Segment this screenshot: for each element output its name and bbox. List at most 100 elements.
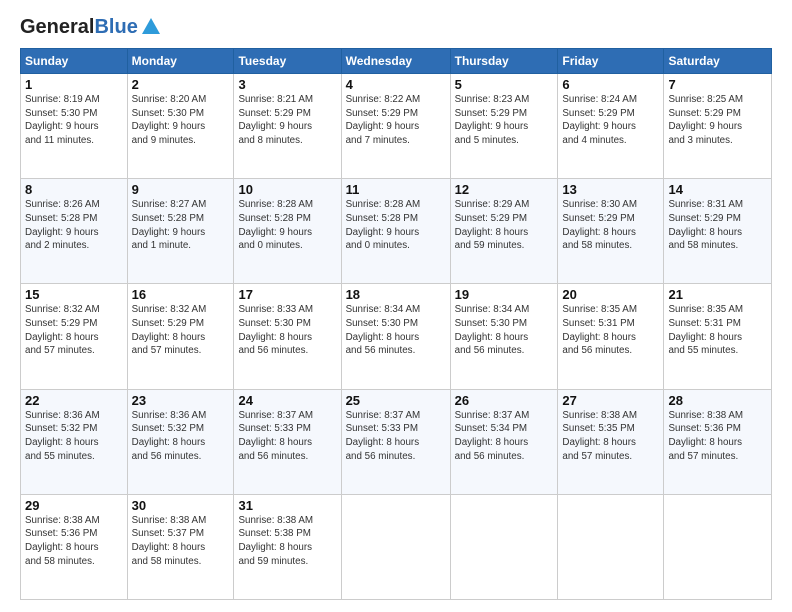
calendar-cell [558, 494, 664, 599]
calendar-cell: 18Sunrise: 8:34 AM Sunset: 5:30 PM Dayli… [341, 284, 450, 389]
calendar-cell: 14Sunrise: 8:31 AM Sunset: 5:29 PM Dayli… [664, 179, 772, 284]
day-number: 12 [455, 182, 554, 197]
calendar-cell: 10Sunrise: 8:28 AM Sunset: 5:28 PM Dayli… [234, 179, 341, 284]
calendar-body: 1Sunrise: 8:19 AM Sunset: 5:30 PM Daylig… [21, 74, 772, 600]
calendar-cell: 9Sunrise: 8:27 AM Sunset: 5:28 PM Daylig… [127, 179, 234, 284]
day-number: 17 [238, 287, 336, 302]
day-number: 11 [346, 182, 446, 197]
calendar-cell: 8Sunrise: 8:26 AM Sunset: 5:28 PM Daylig… [21, 179, 128, 284]
day-number: 7 [668, 77, 767, 92]
day-number: 6 [562, 77, 659, 92]
calendar-cell: 2Sunrise: 8:20 AM Sunset: 5:30 PM Daylig… [127, 74, 234, 179]
logo-blue: Blue [94, 16, 137, 38]
day-info: Sunrise: 8:29 AM Sunset: 5:29 PM Dayligh… [455, 198, 554, 253]
day-info: Sunrise: 8:38 AM Sunset: 5:37 PM Dayligh… [132, 514, 230, 569]
calendar-cell: 28Sunrise: 8:38 AM Sunset: 5:36 PM Dayli… [664, 389, 772, 494]
calendar-week: 29Sunrise: 8:38 AM Sunset: 5:36 PM Dayli… [21, 494, 772, 599]
page: GeneralBlue SundayMondayTuesdayWednesday… [0, 0, 792, 612]
weekday-header: Friday [558, 49, 664, 74]
day-number: 26 [455, 393, 554, 408]
calendar-cell: 25Sunrise: 8:37 AM Sunset: 5:33 PM Dayli… [341, 389, 450, 494]
calendar-cell: 24Sunrise: 8:37 AM Sunset: 5:33 PM Dayli… [234, 389, 341, 494]
day-info: Sunrise: 8:21 AM Sunset: 5:29 PM Dayligh… [238, 93, 336, 148]
calendar-cell: 13Sunrise: 8:30 AM Sunset: 5:29 PM Dayli… [558, 179, 664, 284]
day-info: Sunrise: 8:34 AM Sunset: 5:30 PM Dayligh… [455, 303, 554, 358]
calendar-week: 1Sunrise: 8:19 AM Sunset: 5:30 PM Daylig… [21, 74, 772, 179]
day-info: Sunrise: 8:25 AM Sunset: 5:29 PM Dayligh… [668, 93, 767, 148]
weekday-header: Wednesday [341, 49, 450, 74]
calendar-week: 15Sunrise: 8:32 AM Sunset: 5:29 PM Dayli… [21, 284, 772, 389]
calendar: SundayMondayTuesdayWednesdayThursdayFrid… [20, 48, 772, 600]
calendar-cell: 7Sunrise: 8:25 AM Sunset: 5:29 PM Daylig… [664, 74, 772, 179]
day-info: Sunrise: 8:28 AM Sunset: 5:28 PM Dayligh… [346, 198, 446, 253]
calendar-cell: 3Sunrise: 8:21 AM Sunset: 5:29 PM Daylig… [234, 74, 341, 179]
calendar-cell: 21Sunrise: 8:35 AM Sunset: 5:31 PM Dayli… [664, 284, 772, 389]
day-number: 9 [132, 182, 230, 197]
day-info: Sunrise: 8:37 AM Sunset: 5:33 PM Dayligh… [238, 409, 336, 464]
day-info: Sunrise: 8:35 AM Sunset: 5:31 PM Dayligh… [668, 303, 767, 358]
day-info: Sunrise: 8:32 AM Sunset: 5:29 PM Dayligh… [25, 303, 123, 358]
calendar-cell: 19Sunrise: 8:34 AM Sunset: 5:30 PM Dayli… [450, 284, 558, 389]
calendar-week: 8Sunrise: 8:26 AM Sunset: 5:28 PM Daylig… [21, 179, 772, 284]
day-number: 28 [668, 393, 767, 408]
calendar-cell: 6Sunrise: 8:24 AM Sunset: 5:29 PM Daylig… [558, 74, 664, 179]
calendar-cell: 4Sunrise: 8:22 AM Sunset: 5:29 PM Daylig… [341, 74, 450, 179]
day-number: 20 [562, 287, 659, 302]
day-number: 3 [238, 77, 336, 92]
day-number: 31 [238, 498, 336, 513]
day-number: 19 [455, 287, 554, 302]
day-number: 16 [132, 287, 230, 302]
day-number: 5 [455, 77, 554, 92]
day-info: Sunrise: 8:24 AM Sunset: 5:29 PM Dayligh… [562, 93, 659, 148]
calendar-cell: 17Sunrise: 8:33 AM Sunset: 5:30 PM Dayli… [234, 284, 341, 389]
day-info: Sunrise: 8:37 AM Sunset: 5:33 PM Dayligh… [346, 409, 446, 464]
day-number: 29 [25, 498, 123, 513]
calendar-cell: 15Sunrise: 8:32 AM Sunset: 5:29 PM Dayli… [21, 284, 128, 389]
day-info: Sunrise: 8:33 AM Sunset: 5:30 PM Dayligh… [238, 303, 336, 358]
calendar-cell: 22Sunrise: 8:36 AM Sunset: 5:32 PM Dayli… [21, 389, 128, 494]
day-info: Sunrise: 8:37 AM Sunset: 5:34 PM Dayligh… [455, 409, 554, 464]
header: GeneralBlue [20, 16, 772, 38]
day-number: 15 [25, 287, 123, 302]
day-info: Sunrise: 8:30 AM Sunset: 5:29 PM Dayligh… [562, 198, 659, 253]
calendar-cell: 5Sunrise: 8:23 AM Sunset: 5:29 PM Daylig… [450, 74, 558, 179]
calendar-cell: 20Sunrise: 8:35 AM Sunset: 5:31 PM Dayli… [558, 284, 664, 389]
day-info: Sunrise: 8:23 AM Sunset: 5:29 PM Dayligh… [455, 93, 554, 148]
day-info: Sunrise: 8:38 AM Sunset: 5:36 PM Dayligh… [25, 514, 123, 569]
calendar-cell: 31Sunrise: 8:38 AM Sunset: 5:38 PM Dayli… [234, 494, 341, 599]
day-number: 21 [668, 287, 767, 302]
logo-icon [140, 16, 162, 38]
day-info: Sunrise: 8:28 AM Sunset: 5:28 PM Dayligh… [238, 198, 336, 253]
day-number: 4 [346, 77, 446, 92]
day-info: Sunrise: 8:19 AM Sunset: 5:30 PM Dayligh… [25, 93, 123, 148]
calendar-cell: 30Sunrise: 8:38 AM Sunset: 5:37 PM Dayli… [127, 494, 234, 599]
day-info: Sunrise: 8:22 AM Sunset: 5:29 PM Dayligh… [346, 93, 446, 148]
day-info: Sunrise: 8:27 AM Sunset: 5:28 PM Dayligh… [132, 198, 230, 253]
day-info: Sunrise: 8:38 AM Sunset: 5:38 PM Dayligh… [238, 514, 336, 569]
calendar-cell: 23Sunrise: 8:36 AM Sunset: 5:32 PM Dayli… [127, 389, 234, 494]
day-number: 23 [132, 393, 230, 408]
logo: GeneralBlue [20, 16, 162, 38]
day-number: 1 [25, 77, 123, 92]
day-number: 22 [25, 393, 123, 408]
calendar-cell [341, 494, 450, 599]
calendar-cell: 27Sunrise: 8:38 AM Sunset: 5:35 PM Dayli… [558, 389, 664, 494]
day-info: Sunrise: 8:38 AM Sunset: 5:36 PM Dayligh… [668, 409, 767, 464]
calendar-week: 22Sunrise: 8:36 AM Sunset: 5:32 PM Dayli… [21, 389, 772, 494]
day-number: 10 [238, 182, 336, 197]
day-number: 2 [132, 77, 230, 92]
calendar-cell [664, 494, 772, 599]
day-number: 18 [346, 287, 446, 302]
calendar-cell: 1Sunrise: 8:19 AM Sunset: 5:30 PM Daylig… [21, 74, 128, 179]
day-info: Sunrise: 8:38 AM Sunset: 5:35 PM Dayligh… [562, 409, 659, 464]
day-number: 13 [562, 182, 659, 197]
day-info: Sunrise: 8:36 AM Sunset: 5:32 PM Dayligh… [25, 409, 123, 464]
day-number: 27 [562, 393, 659, 408]
calendar-cell [450, 494, 558, 599]
day-info: Sunrise: 8:20 AM Sunset: 5:30 PM Dayligh… [132, 93, 230, 148]
calendar-cell: 26Sunrise: 8:37 AM Sunset: 5:34 PM Dayli… [450, 389, 558, 494]
day-info: Sunrise: 8:35 AM Sunset: 5:31 PM Dayligh… [562, 303, 659, 358]
logo-general: General [20, 16, 94, 38]
calendar-cell: 16Sunrise: 8:32 AM Sunset: 5:29 PM Dayli… [127, 284, 234, 389]
day-number: 8 [25, 182, 123, 197]
